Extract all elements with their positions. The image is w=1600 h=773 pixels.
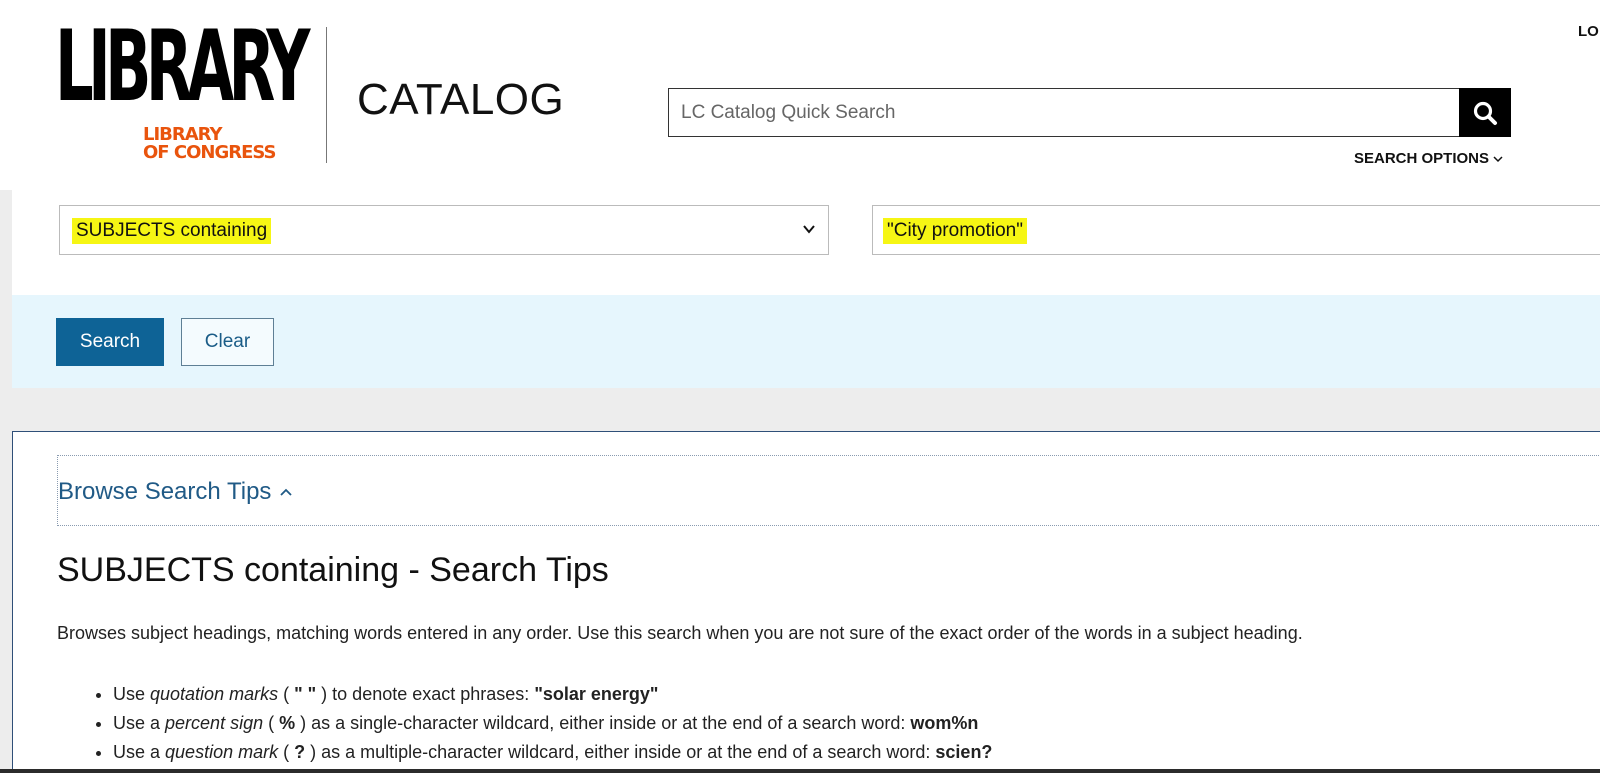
tip-term: quotation marks [150,684,279,704]
tip-symbol-open: ( [278,742,295,762]
browse-search-tips-toggle[interactable]: Browse Search Tips [57,455,1600,526]
search-type-selected: SUBJECTS containing [72,218,272,244]
logo-subtitle-line-2: OF CONGRESS [143,142,276,163]
tip-term: question mark [165,742,279,762]
browse-search-tips-text: Browse Search Tips [58,478,272,505]
chevron-down-icon [1493,155,1503,162]
tip-text: to denote exact phrases: [332,684,535,704]
tip-symbol-close: ) [305,742,322,762]
tip-prefix: Use [113,684,151,704]
quick-search-button[interactable] [1459,88,1511,137]
tip-symbol-close: ) [295,713,312,733]
tip-term: percent sign [165,713,264,733]
tip-symbol-open: ( [263,713,280,733]
search-term-input[interactable]: "City promotion" [872,205,1600,255]
login-link[interactable]: LO [1578,23,1599,40]
list-item: Use a question mark ( ? ) as a multiple-… [113,738,992,767]
chevron-down-icon [803,225,815,234]
tip-example: "solar energy" [534,684,659,704]
tip-symbol-open: ( [278,684,295,704]
browse-search-tips-label[interactable]: Browse Search Tips [58,478,293,506]
tip-example: scien? [935,742,993,762]
search-tips-list: Use quotation marks ( " " ) to denote ex… [93,680,992,767]
tip-text: as a single-character wildcard, either i… [311,713,911,733]
search-term-value: "City promotion" [883,218,1027,244]
tip-prefix: Use a [113,713,166,733]
search-options-label: SEARCH OPTIONS [1354,150,1490,167]
list-item: Use a percent sign ( % ) as a single-cha… [113,709,992,738]
tip-prefix: Use a [113,742,166,762]
taskbar-strip [0,769,1600,773]
search-tips-description: Browses subject headings, matching words… [57,623,1303,643]
library-of-congress-logo[interactable]: LIBRARY LIBRARY OF CONGRESS [55,18,310,164]
catalog-title[interactable]: CATALOG [357,78,564,122]
search-type-select[interactable]: SUBJECTS containing [59,205,829,255]
list-item: Use quotation marks ( " " ) to denote ex… [113,680,992,709]
search-icon [1473,101,1497,125]
logo-wordmark: LIBRARY [55,10,310,124]
tip-text: as a multiple-character wildcard, either… [321,742,936,762]
clear-button[interactable]: Clear [181,318,274,366]
tip-example: wom%n [910,713,979,733]
tip-symbol: " " [294,684,317,704]
tip-symbol: ? [294,742,306,762]
search-options-toggle[interactable]: SEARCH OPTIONS [1354,150,1503,167]
logo-divider [326,27,327,163]
search-button[interactable]: Search [56,318,164,366]
tip-symbol-close: ) [316,684,333,704]
chevron-up-icon [280,488,293,496]
search-tips-heading: SUBJECTS containing - Search Tips [57,551,609,589]
quick-search-input[interactable]: LC Catalog Quick Search [668,88,1459,137]
logo-subtitle: LIBRARY OF CONGRESS [143,126,276,162]
tip-symbol: % [279,713,296,733]
